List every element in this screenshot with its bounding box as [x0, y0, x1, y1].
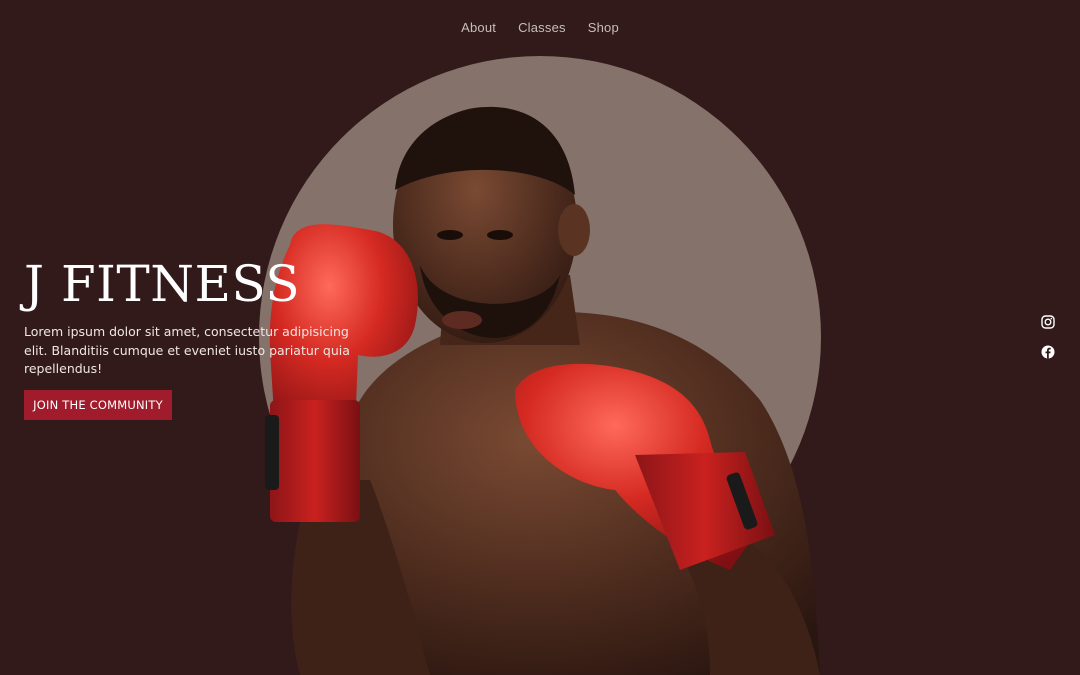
- join-community-button[interactable]: JOIN THE COMMUNITY: [24, 390, 172, 420]
- top-nav: About Classes Shop: [0, 20, 1080, 35]
- hero-description: Lorem ipsum dolor sit amet, consectetur …: [24, 324, 350, 376]
- instagram-icon[interactable]: [1041, 315, 1055, 329]
- boxer-photo: [265, 106, 820, 675]
- nav-link-shop[interactable]: Shop: [588, 20, 619, 35]
- nav-link-classes[interactable]: Classes: [518, 20, 566, 35]
- hero-title: J FITNESS: [24, 255, 301, 313]
- landing-page: About Classes Shop J FITNESS Lorem ipsum…: [0, 0, 1080, 675]
- facebook-icon[interactable]: [1041, 345, 1055, 359]
- nav-link-about[interactable]: About: [461, 20, 496, 35]
